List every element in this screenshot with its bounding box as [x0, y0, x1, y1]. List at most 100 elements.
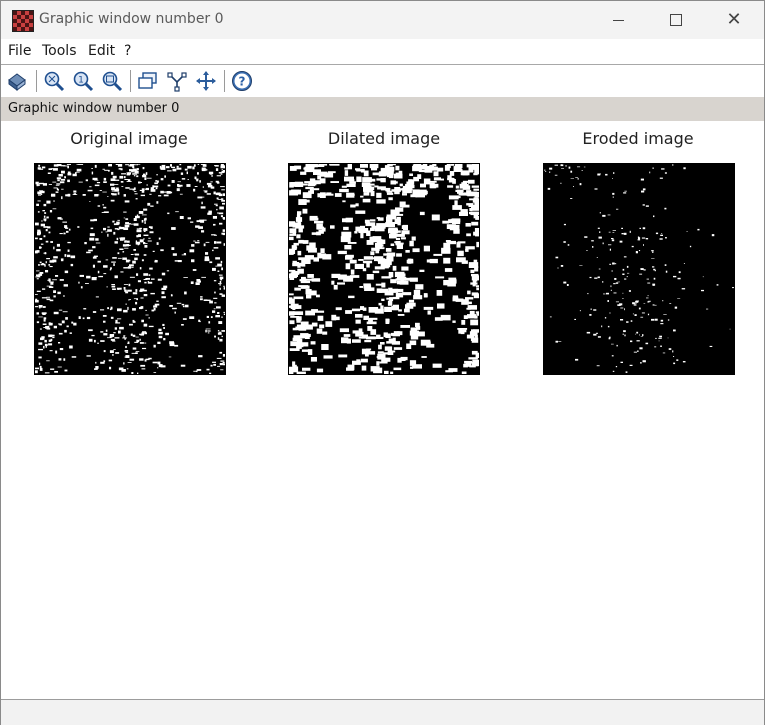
image-pixel-cluster — [192, 269, 197, 271]
image-pixel-cluster — [426, 343, 435, 348]
help-icon[interactable]: ? — [231, 70, 253, 92]
image-pixel-cluster — [123, 267, 129, 269]
image-pixel-cluster — [607, 300, 609, 302]
image-pixel-cluster — [305, 310, 315, 316]
image-pixel-cluster — [612, 196, 614, 198]
image-pixel-cluster — [621, 233, 624, 235]
image-pixel-cluster — [160, 249, 164, 252]
image-pixel-cluster — [554, 164, 558, 166]
image-pixel-cluster — [607, 325, 610, 328]
image-pixel-cluster — [222, 364, 225, 366]
image-pixel-cluster — [158, 237, 161, 240]
image-pixel-cluster — [369, 164, 379, 169]
toolbar-separator — [224, 70, 225, 92]
image-pixel-cluster — [316, 223, 323, 230]
image-pixel-cluster — [467, 290, 471, 295]
image-pixel-cluster — [117, 257, 122, 259]
image-pixel-cluster — [651, 250, 654, 252]
image-pixel-cluster — [461, 371, 467, 374]
image-pixel-cluster — [52, 181, 57, 183]
image-pixel-cluster — [119, 226, 124, 230]
image-pixel-cluster — [289, 293, 294, 296]
image-pixel-cluster — [640, 268, 644, 270]
image-pixel-cluster — [121, 186, 124, 187]
unzoom-icon[interactable] — [101, 70, 123, 92]
minimize-button[interactable] — [595, 1, 641, 39]
menu-help[interactable]: ? — [124, 43, 131, 59]
image-pixel-cluster — [212, 267, 216, 271]
image-pixel-cluster — [460, 170, 470, 176]
original-image-plot[interactable] — [34, 163, 226, 375]
data-editor-icon[interactable] — [166, 70, 188, 92]
image-pixel-cluster — [52, 279, 57, 281]
image-pixel-cluster — [392, 265, 397, 271]
dilated-image-plot[interactable] — [288, 163, 480, 375]
image-pixel-cluster — [183, 253, 186, 255]
zoom-icon[interactable] — [43, 70, 65, 92]
image-pixel-cluster — [35, 294, 38, 295]
image-pixel-cluster — [137, 372, 139, 374]
image-pixel-cluster — [463, 363, 468, 368]
maximize-button[interactable] — [653, 1, 699, 39]
pan-icon[interactable] — [195, 70, 217, 92]
image-pixel-cluster — [100, 361, 105, 364]
image-pixel-cluster — [654, 318, 658, 321]
image-pixel-cluster — [125, 345, 127, 349]
image-pixel-cluster — [45, 270, 49, 273]
image-pixel-cluster — [629, 230, 631, 233]
image-pixel-cluster — [673, 329, 676, 332]
image-pixel-cluster — [70, 255, 76, 259]
image-pixel-cluster — [307, 184, 316, 187]
image-pixel-cluster — [399, 183, 403, 187]
image-pixel-cluster — [338, 354, 348, 358]
image-pixel-cluster — [103, 177, 107, 181]
image-pixel-cluster — [103, 350, 106, 353]
zoom-original-icon[interactable]: 1 — [72, 70, 94, 92]
image-pixel-cluster — [642, 188, 646, 191]
image-pixel-cluster — [157, 361, 161, 365]
image-pixel-cluster — [184, 168, 188, 171]
menu-tools[interactable]: Tools — [42, 43, 77, 59]
image-pixel-cluster — [45, 229, 48, 232]
figure-canvas[interactable]: Original image Dilated image Eroded imag… — [1, 121, 764, 699]
image-pixel-cluster — [378, 288, 389, 293]
image-pixel-cluster — [662, 300, 664, 302]
image-pixel-cluster — [102, 168, 105, 170]
image-pixel-cluster — [141, 259, 144, 262]
image-pixel-cluster — [653, 277, 656, 280]
image-pixel-cluster — [142, 331, 147, 333]
datatip-icon[interactable] — [137, 70, 159, 92]
eroded-image-plot[interactable] — [543, 163, 735, 375]
image-pixel-cluster — [67, 171, 71, 173]
image-pixel-cluster — [194, 186, 198, 187]
rotate-icon[interactable] — [6, 70, 28, 92]
image-pixel-cluster — [143, 323, 148, 327]
image-pixel-cluster — [381, 276, 392, 279]
image-pixel-cluster — [649, 171, 651, 174]
image-pixel-cluster — [221, 189, 225, 191]
image-pixel-cluster — [402, 193, 407, 196]
image-pixel-cluster — [176, 302, 182, 304]
image-pixel-cluster — [358, 328, 363, 333]
image-pixel-cluster — [625, 371, 628, 373]
image-pixel-cluster — [168, 356, 172, 358]
image-pixel-cluster — [310, 357, 317, 362]
image-pixel-cluster — [46, 285, 52, 287]
image-pixel-cluster — [686, 231, 688, 232]
image-pixel-cluster — [593, 309, 597, 311]
image-pixel-cluster — [80, 286, 83, 289]
menu-edit[interactable]: Edit — [88, 43, 115, 59]
menu-file[interactable]: File — [8, 43, 31, 59]
image-pixel-cluster — [221, 330, 225, 332]
close-button[interactable]: ✕ — [711, 1, 757, 39]
image-pixel-cluster — [85, 179, 88, 182]
image-pixel-cluster — [37, 231, 41, 235]
image-pixel-cluster — [468, 204, 474, 207]
image-pixel-cluster — [118, 367, 124, 371]
image-pixel-cluster — [217, 337, 220, 340]
image-pixel-cluster — [149, 231, 154, 234]
image-pixel-cluster — [104, 169, 109, 171]
image-pixel-cluster — [82, 317, 85, 320]
image-pixel-cluster — [161, 287, 167, 290]
image-pixel-cluster — [384, 306, 392, 312]
